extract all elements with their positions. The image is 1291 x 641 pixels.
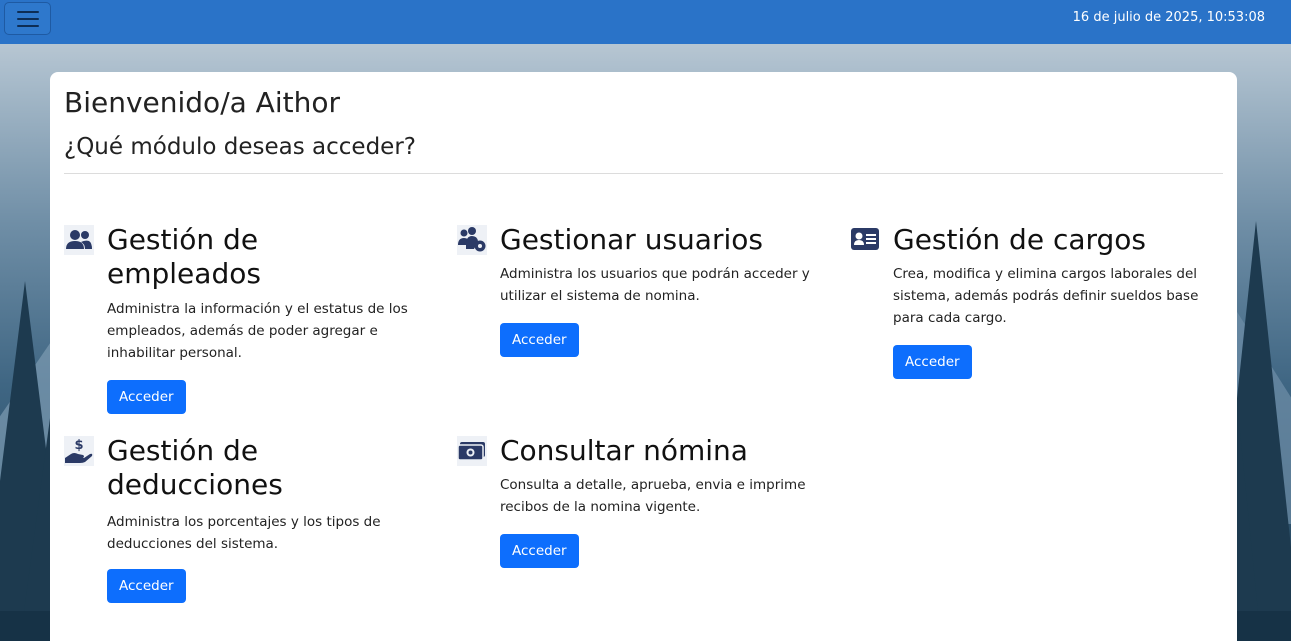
acceder-empleados-button[interactable]: Acceder	[107, 380, 186, 414]
module-description-line: para cada cargo.	[893, 310, 1007, 326]
acceder-nomina-button[interactable]: Acceder	[500, 534, 579, 568]
users-icon	[64, 225, 94, 255]
welcome-card: Bienvenido/a Aithor ¿Qué módulo deseas a…	[50, 72, 1237, 641]
module-title: Consultar nómina	[500, 434, 748, 467]
module-description: Administra los usuarios que podrán acced…	[500, 263, 810, 307]
module-description-line: Administra la información y el estatus d…	[107, 301, 408, 317]
module-description: Consulta a detalle, aprueba, envia e imp…	[500, 474, 806, 518]
money-bill-icon	[457, 436, 487, 466]
top-navbar: 16 de julio de 2025, 10:53:08	[0, 0, 1291, 44]
module-nomina: Consultar nómina Consulta a detalle, apr…	[457, 434, 837, 576]
module-title-line: deducciones	[107, 468, 283, 501]
module-description: Crea, modifica y elimina cargos laborale…	[893, 263, 1198, 329]
current-datetime: 16 de julio de 2025, 10:53:08	[1072, 10, 1265, 25]
svg-text:$: $	[74, 438, 83, 453]
module-cargos: Gestión de cargos Crea, modifica y elimi…	[850, 223, 1230, 385]
module-description-line: Crea, modifica y elimina cargos laborale…	[893, 266, 1198, 282]
module-title-line: Gestión de	[107, 434, 259, 467]
acceder-deducciones-button[interactable]: Acceder	[107, 569, 186, 603]
users-gear-icon	[457, 225, 487, 255]
module-description-line: sistema, además podrás definir sueldos b…	[893, 288, 1199, 304]
module-deducciones: $ Gestión de deducciones Administra los …	[64, 434, 444, 616]
acceder-cargos-button[interactable]: Acceder	[893, 345, 972, 379]
module-description-line: recibos de la nomina vigente.	[500, 499, 701, 515]
id-card-icon	[850, 225, 880, 255]
hamburger-menu-button[interactable]	[4, 2, 51, 35]
module-description-line: empleados, además de poder agregar e	[107, 323, 378, 339]
module-description-line: utilizar el sistema de nomina.	[500, 288, 700, 304]
module-description-line: Administra los usuarios que podrán acced…	[500, 266, 810, 282]
acceder-usuarios-button[interactable]: Acceder	[500, 323, 579, 357]
hamburger-menu-icon	[16, 24, 39, 27]
hamburger-menu-icon	[16, 10, 39, 13]
module-title-line: empleados	[107, 257, 261, 290]
module-usuarios: Gestionar usuarios Administra los usuari…	[457, 223, 837, 365]
module-description-line: deducciones del sistema.	[107, 536, 279, 552]
module-description-line: inhabilitar personal.	[107, 345, 242, 361]
page-title: Bienvenido/a Aithor	[64, 86, 340, 119]
module-description: Administra la información y el estatus d…	[107, 298, 408, 364]
module-title-line: Gestión de	[107, 223, 259, 256]
module-description-line: Administra los porcentajes y los tipos d…	[107, 514, 381, 530]
module-title: Gestionar usuarios	[500, 223, 763, 256]
module-title: Gestión de deducciones	[107, 434, 283, 502]
hand-holding-dollar-icon: $	[64, 436, 94, 466]
module-description: Administra los porcentajes y los tipos d…	[107, 511, 381, 555]
module-title: Gestión de empleados	[107, 223, 261, 291]
divider	[64, 173, 1223, 174]
module-empleados: Gestión de empleados Administra la infor…	[64, 223, 444, 415]
module-description-line: Consulta a detalle, aprueba, envia e imp…	[500, 477, 806, 493]
page-subtitle: ¿Qué módulo deseas acceder?	[64, 134, 416, 160]
hamburger-menu-icon	[16, 17, 39, 20]
module-title: Gestión de cargos	[893, 223, 1147, 256]
